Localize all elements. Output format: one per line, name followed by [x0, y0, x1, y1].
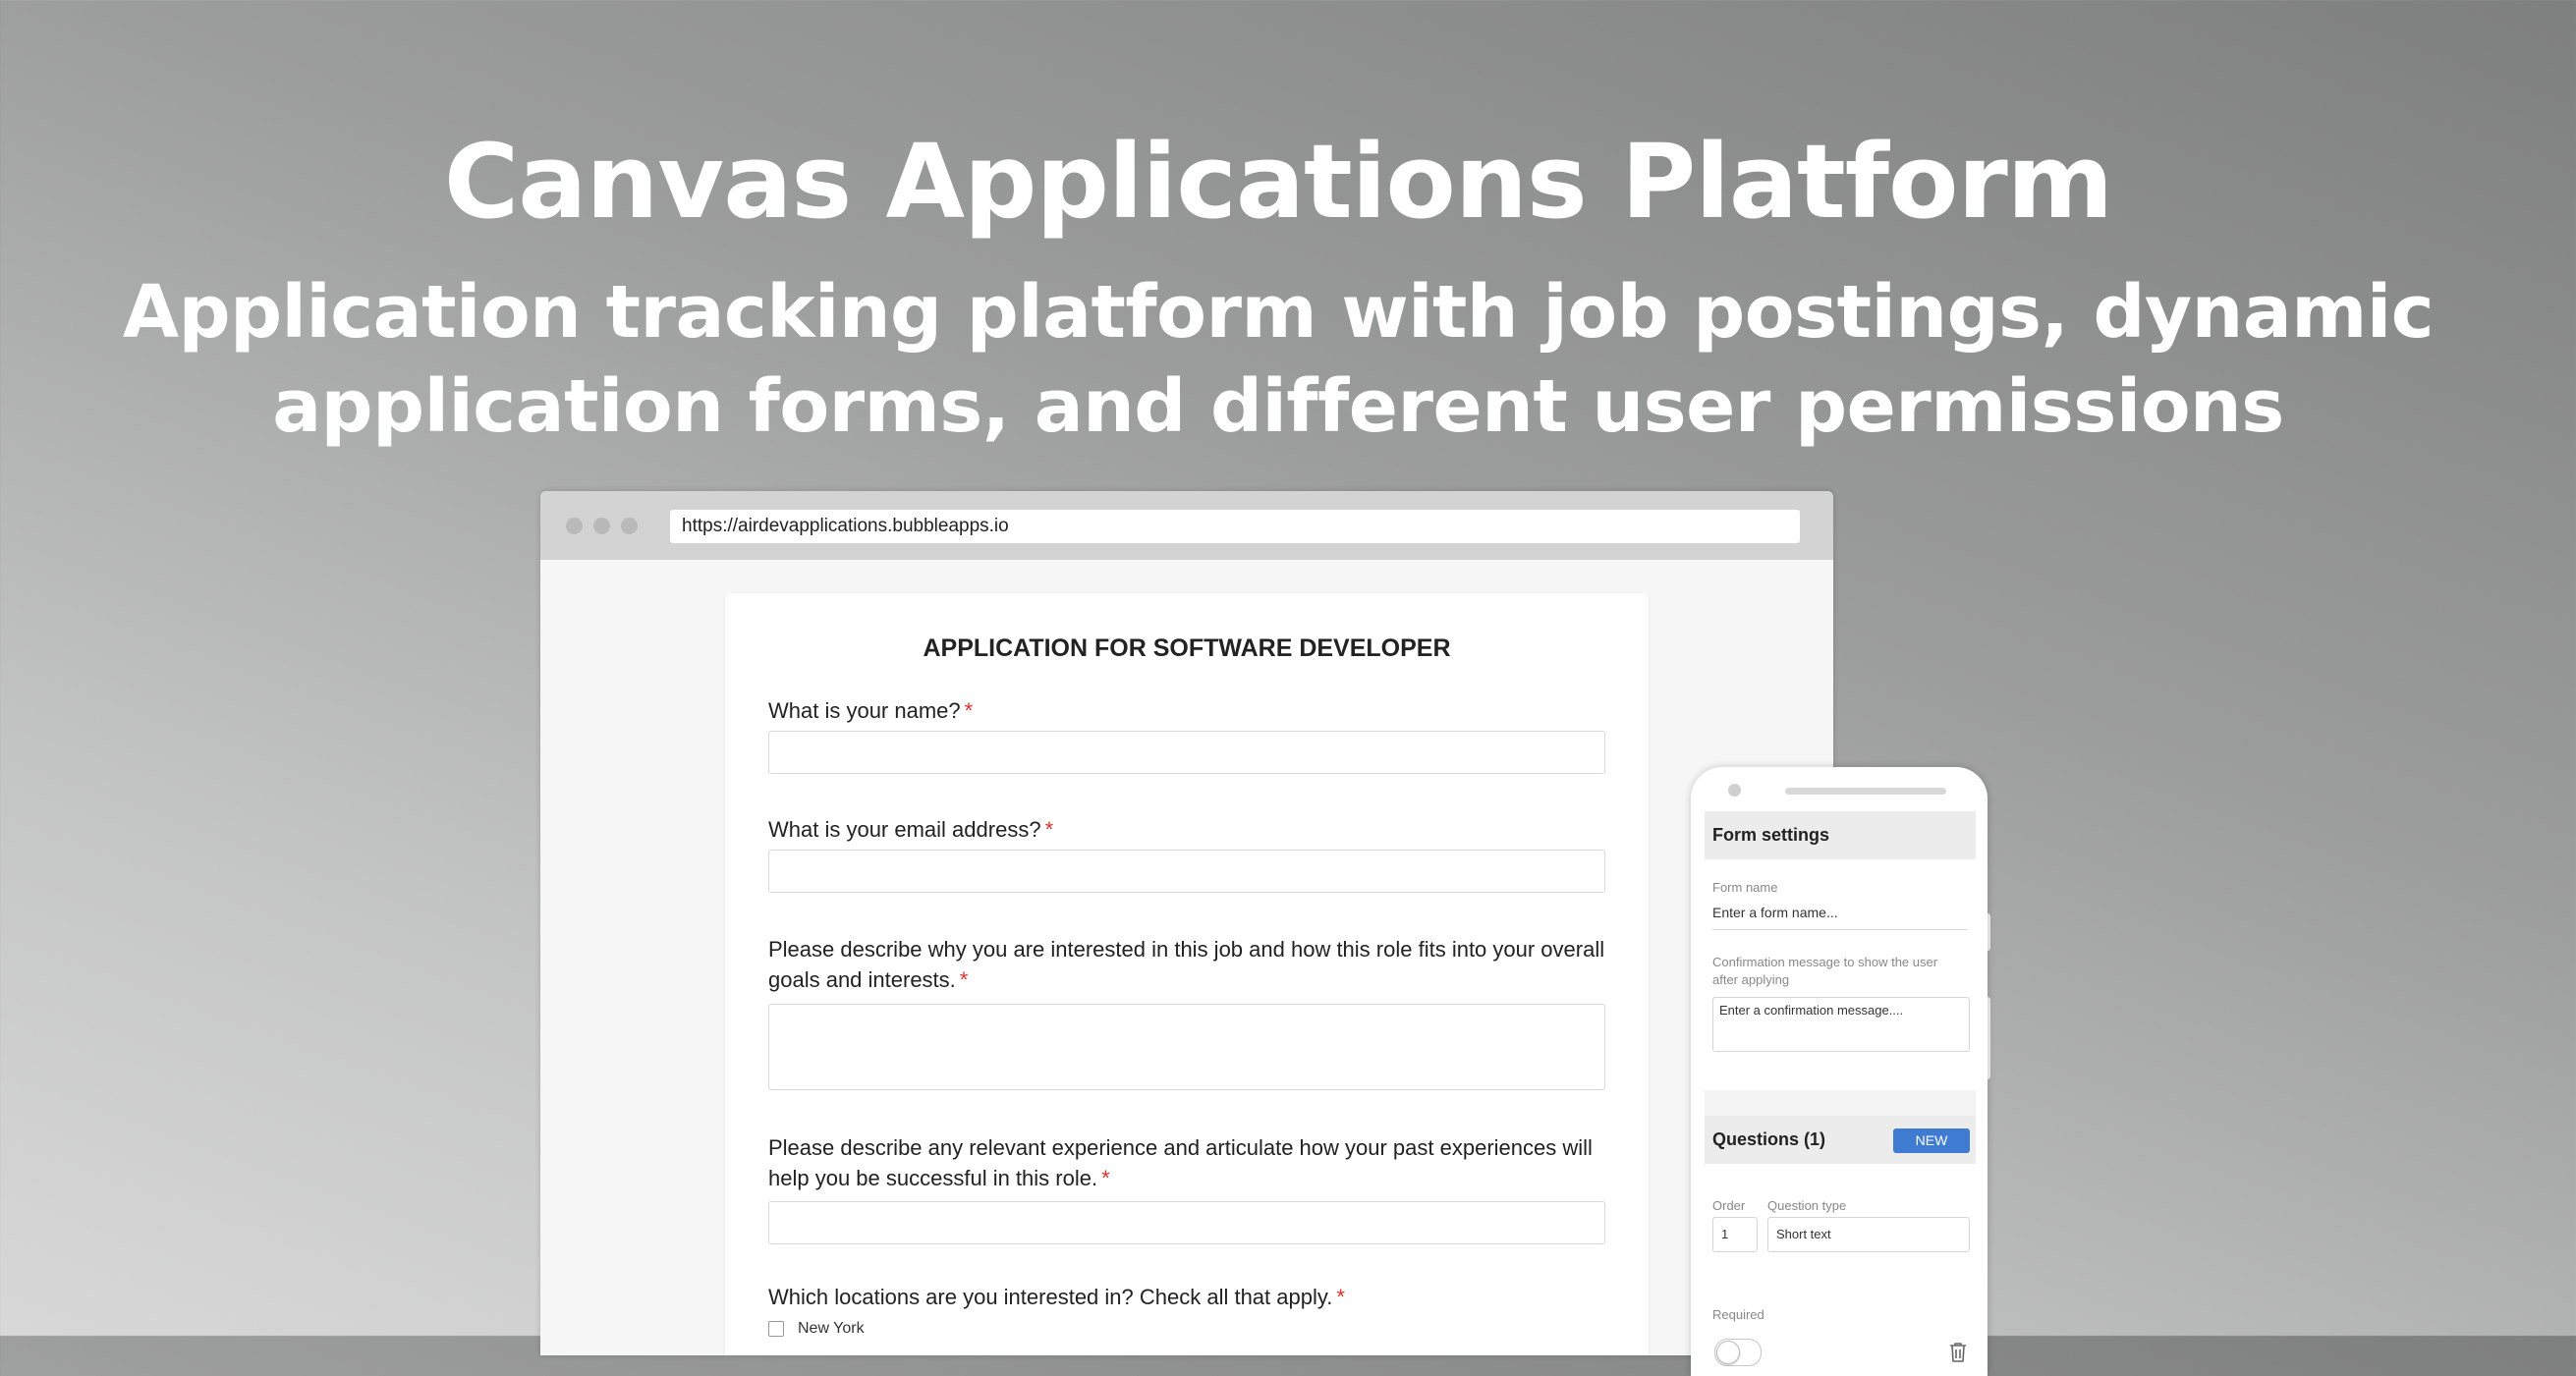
question-text-line1: Please describe why you are interested i… — [768, 937, 1605, 962]
required-label: Required — [1712, 1307, 1764, 1322]
question-experience-label: Please describe any relevant experience … — [768, 1132, 1613, 1193]
hero-subtitle-line2: application forms, and different user pe… — [272, 364, 2284, 449]
question-text: What is your name? — [768, 698, 961, 723]
toggle-knob — [1716, 1341, 1740, 1364]
experience-input[interactable] — [768, 1201, 1605, 1244]
email-input[interactable] — [768, 850, 1605, 893]
phone-camera — [1728, 784, 1741, 797]
new-question-button[interactable]: NEW — [1893, 1128, 1970, 1153]
required-marker: * — [959, 967, 969, 992]
required-marker: * — [1044, 817, 1054, 842]
required-toggle[interactable] — [1714, 1339, 1762, 1366]
form-title: APPLICATION FOR SOFTWARE DEVELOPER — [923, 634, 1451, 662]
location-option-new-york[interactable]: New York — [768, 1320, 865, 1338]
form-name-label: Form name — [1712, 880, 1778, 895]
question-text: What is your email address? — [768, 817, 1041, 842]
question-text-line1: Please describe any relevant experience … — [768, 1135, 1593, 1160]
window-minimize-dot[interactable] — [593, 518, 610, 534]
question-interest-label: Please describe why you are interested i… — [768, 934, 1613, 995]
phone-mockup: Form settings Form name Enter a form nam… — [1691, 767, 1988, 1376]
hero-subtitle-line1: Application tracking platform with job p… — [122, 270, 2435, 355]
browser-window: https://airdevapplications.bubbleapps.io… — [540, 491, 1833, 1355]
hero-title: Canvas Applications Platform — [443, 122, 2113, 242]
address-bar[interactable]: https://airdevapplications.bubbleapps.io — [670, 510, 1800, 543]
question-type-label: Question type — [1767, 1198, 1847, 1213]
required-marker: * — [964, 698, 974, 723]
name-input[interactable] — [768, 731, 1605, 774]
phone-speaker — [1785, 788, 1946, 795]
browser-toolbar: https://airdevapplications.bubbleapps.io — [540, 491, 1833, 560]
confirmation-label-line1: Confirmation message to show the user — [1712, 955, 1938, 969]
application-form: APPLICATION FOR SOFTWARE DEVELOPER What … — [725, 593, 1649, 1355]
section-divider — [1705, 1090, 1976, 1116]
trash-icon[interactable] — [1948, 1342, 1968, 1363]
window-maximize-dot[interactable] — [621, 518, 638, 534]
question-text: Which locations are you interested in? C… — [768, 1285, 1333, 1309]
phone-screen: Form settings Form name Enter a form nam… — [1705, 811, 1976, 1376]
question-text-line2: goals and interests. — [768, 967, 956, 992]
form-name-input[interactable]: Enter a form name... — [1712, 900, 1968, 930]
form-settings-heading: Form settings — [1705, 811, 1976, 859]
question-type-select[interactable]: Short text — [1767, 1217, 1970, 1252]
order-label: Order — [1712, 1198, 1746, 1213]
checkbox[interactable] — [768, 1321, 784, 1337]
required-marker: * — [1336, 1285, 1345, 1309]
interest-textarea[interactable] — [768, 1004, 1605, 1090]
location-option-label: New York — [798, 1320, 865, 1337]
required-marker: * — [1101, 1166, 1110, 1190]
question-email-label: What is your email address? * — [768, 814, 1613, 845]
confirmation-textarea[interactable]: Enter a confirmation message.... — [1712, 997, 1970, 1052]
question-text-line2: help you be successful in this role. — [768, 1166, 1098, 1190]
window-close-dot[interactable] — [566, 518, 583, 534]
order-input[interactable]: 1 — [1712, 1217, 1758, 1252]
hero-subtitle: Application tracking platform with job p… — [0, 265, 2556, 454]
confirmation-label: Confirmation message to show the user af… — [1712, 954, 1937, 989]
question-locations-label: Which locations are you interested in? C… — [768, 1282, 1613, 1312]
confirmation-label-line2: after applying — [1712, 972, 1790, 987]
question-name-label: What is your name? * — [768, 695, 1613, 726]
